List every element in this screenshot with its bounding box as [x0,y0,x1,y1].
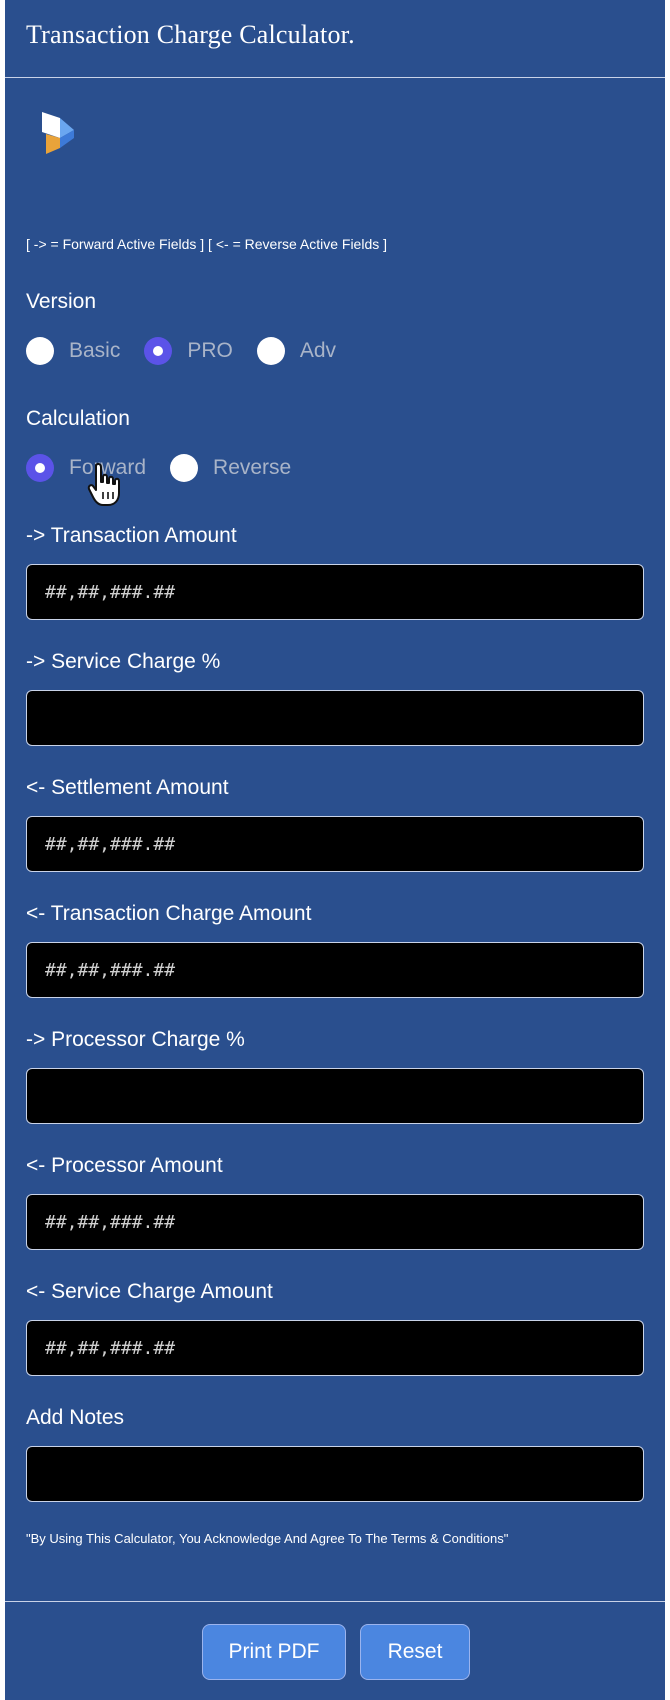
transaction-charge-amount-input[interactable] [26,942,644,998]
service-charge-percent-input[interactable] [26,690,644,746]
reset-button[interactable]: Reset [360,1624,470,1680]
field-direction-hint: [ -> = Forward Active Fields ] [ <- = Re… [26,236,388,252]
version-option-pro[interactable]: PRO [144,337,233,365]
service-charge-amount-label: <- Service Charge Amount [26,1280,273,1303]
transaction-amount-label: -> Transaction Amount [26,524,237,547]
calculation-option-forward[interactable]: Forward [26,454,146,482]
version-option-adv[interactable]: Adv [256,337,337,365]
radio-label: Adv [299,339,337,362]
calculator-panel: Transaction Charge Calculator. [ -> = Fo… [5,0,665,1700]
version-radio-group: Basic PRO Adv [26,336,360,366]
processor-amount-label: <- Processor Amount [26,1154,223,1177]
footer-divider [5,1601,665,1602]
app-logo-icon [42,112,74,154]
radio-button[interactable] [26,337,54,365]
settlement-amount-label: <- Settlement Amount [26,776,229,799]
service-charge-percent-label: -> Service Charge % [26,650,221,673]
radio-label: Reverse [213,456,292,479]
radio-label: Basic [69,339,121,362]
radio-button[interactable] [144,337,173,365]
calculation-radio-group: Forward Reverse [26,453,315,483]
print-pdf-button[interactable]: Print PDF [202,1624,346,1680]
page-title: Transaction Charge Calculator. [26,20,355,49]
radio-button[interactable] [256,337,285,365]
transaction-amount-input[interactable] [26,564,644,620]
version-label: Version [26,290,97,313]
radio-button[interactable] [170,454,199,482]
header: Transaction Charge Calculator. [5,0,665,78]
terms-disclaimer: "By Using This Calculator, You Acknowled… [26,1531,509,1546]
processor-amount-input[interactable] [26,1194,644,1250]
processor-charge-percent-input[interactable] [26,1068,644,1124]
version-option-basic[interactable]: Basic [26,337,120,365]
radio-button[interactable] [26,454,54,482]
transaction-charge-amount-label: <- Transaction Charge Amount [26,902,312,925]
radio-label: Forward [69,456,147,479]
calculation-label: Calculation [26,407,130,430]
calculation-option-reverse[interactable]: Reverse [170,454,291,482]
add-notes-label: Add Notes [26,1406,125,1429]
radio-label: PRO [187,339,233,362]
service-charge-amount-input[interactable] [26,1320,644,1376]
processor-charge-percent-label: -> Processor Charge % [26,1028,245,1051]
add-notes-input[interactable] [26,1446,644,1502]
settlement-amount-input[interactable] [26,816,644,872]
